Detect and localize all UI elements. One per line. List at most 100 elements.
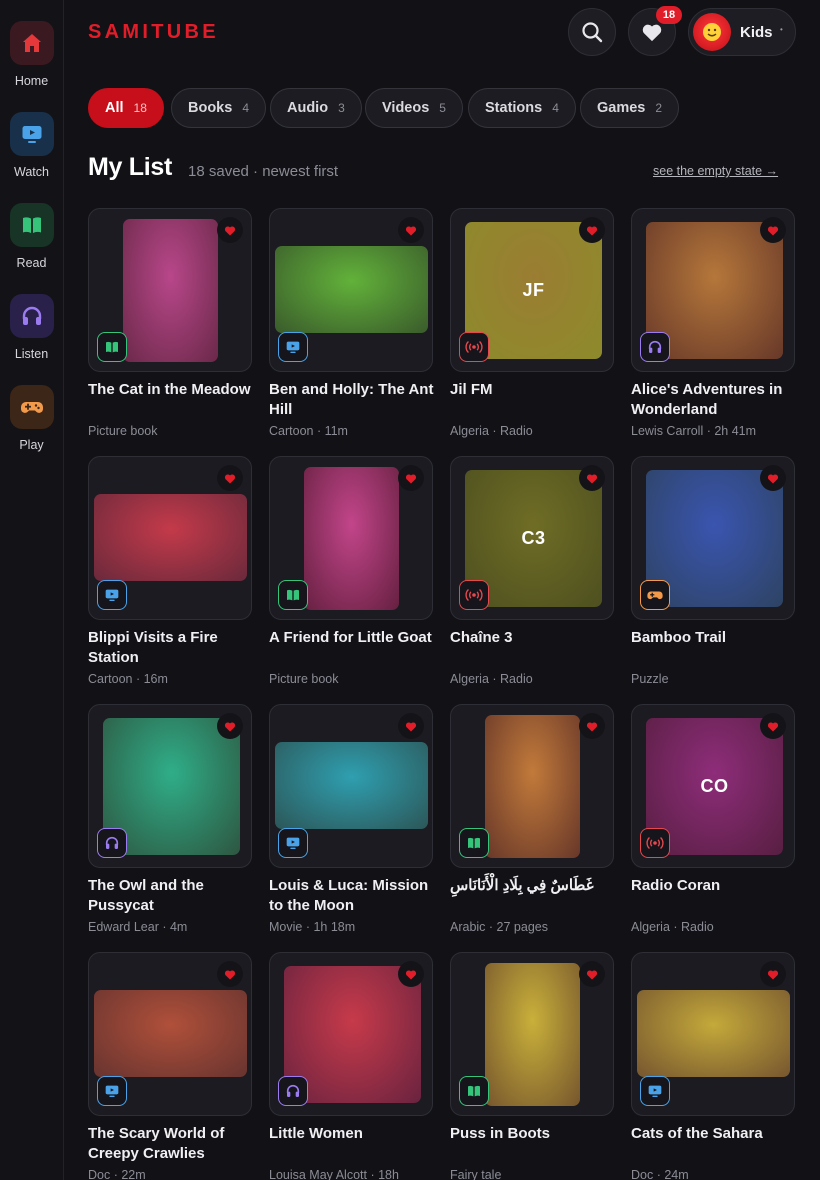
filter-chip-count: 4: [242, 101, 250, 115]
cover-initials: CO: [700, 776, 729, 796]
smiley-icon: [702, 22, 722, 42]
card-title[interactable]: Louis & Luca: Mission to the Moon: [269, 876, 435, 916]
search-icon: [581, 21, 603, 43]
card-title[interactable]: The Cat in the Meadow: [88, 380, 254, 400]
list-item[interactable]: The Owl and the Pussycat Edward Lear · 4…: [88, 704, 252, 939]
sidebar-item-watch[interactable]: Watch: [0, 112, 63, 179]
search-button[interactable]: [568, 8, 616, 56]
remove-favorite-button[interactable]: [579, 713, 605, 739]
list-item[interactable]: Little Women Louisa May Alcott · 18h: [269, 952, 433, 1180]
empty-state-link[interactable]: see the empty state →: [653, 164, 778, 178]
remove-favorite-button[interactable]: [760, 713, 786, 739]
filter-chip-all[interactable]: All 18: [88, 88, 164, 128]
card-title[interactable]: Alice's Adventures in Wonderland: [631, 380, 797, 420]
filter-chip-stations[interactable]: Stations 4: [468, 88, 576, 128]
remove-favorite-button[interactable]: [398, 465, 424, 491]
card-meta: Picture book: [269, 672, 339, 686]
thumbnail[interactable]: [88, 952, 252, 1116]
card-title[interactable]: Cats of the Sahara: [631, 1124, 797, 1144]
card-title[interactable]: A Friend for Little Goat: [269, 628, 435, 648]
remove-favorite-button[interactable]: [217, 713, 243, 739]
thumbnail[interactable]: [450, 704, 614, 868]
list-item[interactable]: JF Jil FM Algeria · Radio: [450, 208, 614, 443]
avatar: [693, 13, 731, 51]
list-item[interactable]: غَطَاسٌ فِي بِلَادِ الْأَنَانَاسِ Arabic…: [450, 704, 614, 939]
cover-art: [94, 494, 247, 581]
book-icon: [466, 835, 482, 851]
card-meta: Lewis Carroll · 2h 41m: [631, 424, 757, 438]
app-logo[interactable]: SAMITUBE: [88, 21, 219, 44]
filter-chip-videos[interactable]: Videos 5: [365, 88, 463, 128]
list-item[interactable]: The Scary World of Creepy Crawlies Doc ·…: [88, 952, 252, 1180]
remove-favorite-button[interactable]: [760, 465, 786, 491]
list-item[interactable]: Blippi Visits a Fire Station Cartoon · 1…: [88, 456, 252, 691]
sidebar-item-label: Play: [19, 438, 44, 452]
thumbnail[interactable]: [450, 952, 614, 1116]
remove-favorite-button[interactable]: [217, 217, 243, 243]
list-item[interactable]: CO Radio Coran Algeria · Radio: [631, 704, 795, 939]
content-type-badge: [278, 580, 308, 610]
thumbnail[interactable]: [269, 704, 433, 868]
list-item[interactable]: Cats of the Sahara Doc · 24m: [631, 952, 795, 1180]
sidebar-item-home[interactable]: Home: [0, 21, 63, 88]
card-meta: Louisa May Alcott · 18h: [269, 1168, 399, 1180]
remove-favorite-button[interactable]: [760, 217, 786, 243]
thumbnail[interactable]: [631, 208, 795, 372]
remove-favorite-button[interactable]: [217, 465, 243, 491]
remove-favorite-button[interactable]: [579, 465, 605, 491]
card-title[interactable]: Chaîne 3: [450, 628, 616, 648]
card-title[interactable]: Blippi Visits a Fire Station: [88, 628, 254, 668]
card-title[interactable]: Little Women: [269, 1124, 435, 1144]
heart-icon: [641, 22, 663, 42]
thumbnail[interactable]: [88, 208, 252, 372]
headphones-icon: [104, 835, 120, 851]
card-title[interactable]: Puss in Boots: [450, 1124, 616, 1144]
thumbnail[interactable]: [269, 952, 433, 1116]
thumbnail[interactable]: CO: [631, 704, 795, 868]
card-title[interactable]: Bamboo Trail: [631, 628, 797, 648]
remove-favorite-button[interactable]: [579, 217, 605, 243]
thumbnail[interactable]: [631, 952, 795, 1116]
profile-switcher[interactable]: Kids •: [688, 8, 796, 56]
remove-favorite-button[interactable]: [398, 961, 424, 987]
list-item[interactable]: Bamboo Trail Puzzle: [631, 456, 795, 691]
filter-chip-label: Videos: [382, 100, 430, 116]
thumbnail[interactable]: JF: [450, 208, 614, 372]
filter-chip-audio[interactable]: Audio 3: [270, 88, 362, 128]
list-item[interactable]: The Cat in the Meadow Picture book: [88, 208, 252, 443]
tv-icon: [647, 1083, 663, 1099]
card-meta: Doc · 24m: [631, 1168, 689, 1180]
remove-favorite-button[interactable]: [579, 961, 605, 987]
list-item[interactable]: Alice's Adventures in Wonderland Lewis C…: [631, 208, 795, 443]
list-item[interactable]: A Friend for Little Goat Picture book: [269, 456, 433, 691]
list-item[interactable]: Louis & Luca: Mission to the Moon Movie …: [269, 704, 433, 939]
filter-chip-books[interactable]: Books 4: [171, 88, 267, 128]
sidebar-item-play[interactable]: Play: [0, 385, 63, 452]
list-item[interactable]: Puss in Boots Fairy tale: [450, 952, 614, 1180]
card-title[interactable]: The Scary World of Creepy Crawlies: [88, 1124, 254, 1164]
sidebar-item-listen[interactable]: Listen: [0, 294, 63, 361]
thumbnail[interactable]: [88, 456, 252, 620]
remove-favorite-button[interactable]: [217, 961, 243, 987]
cover-art: [94, 990, 247, 1077]
favorites-button[interactable]: 18: [628, 6, 682, 56]
card-title[interactable]: Radio Coran: [631, 876, 797, 896]
remove-favorite-button[interactable]: [398, 713, 424, 739]
sidebar-item-label: Watch: [14, 165, 49, 179]
list-item[interactable]: C3 Chaîne 3 Algeria · Radio: [450, 456, 614, 691]
remove-favorite-button[interactable]: [760, 961, 786, 987]
card-title[interactable]: Jil FM: [450, 380, 616, 400]
thumbnail[interactable]: [269, 456, 433, 620]
card-title[interactable]: Ben and Holly: The Ant Hill: [269, 380, 435, 420]
thumbnail[interactable]: [88, 704, 252, 868]
thumbnail[interactable]: [631, 456, 795, 620]
cover-art: [485, 715, 580, 858]
sidebar-item-read[interactable]: Read: [0, 203, 63, 270]
thumbnail[interactable]: C3: [450, 456, 614, 620]
remove-favorite-button[interactable]: [398, 217, 424, 243]
card-title[interactable]: The Owl and the Pussycat: [88, 876, 254, 916]
thumbnail[interactable]: [269, 208, 433, 372]
card-title[interactable]: غَطَاسٌ فِي بِلَادِ الْأَنَانَاسِ: [450, 876, 616, 896]
list-item[interactable]: Ben and Holly: The Ant Hill Cartoon · 11…: [269, 208, 433, 443]
filter-chip-games[interactable]: Games 2: [580, 88, 680, 128]
